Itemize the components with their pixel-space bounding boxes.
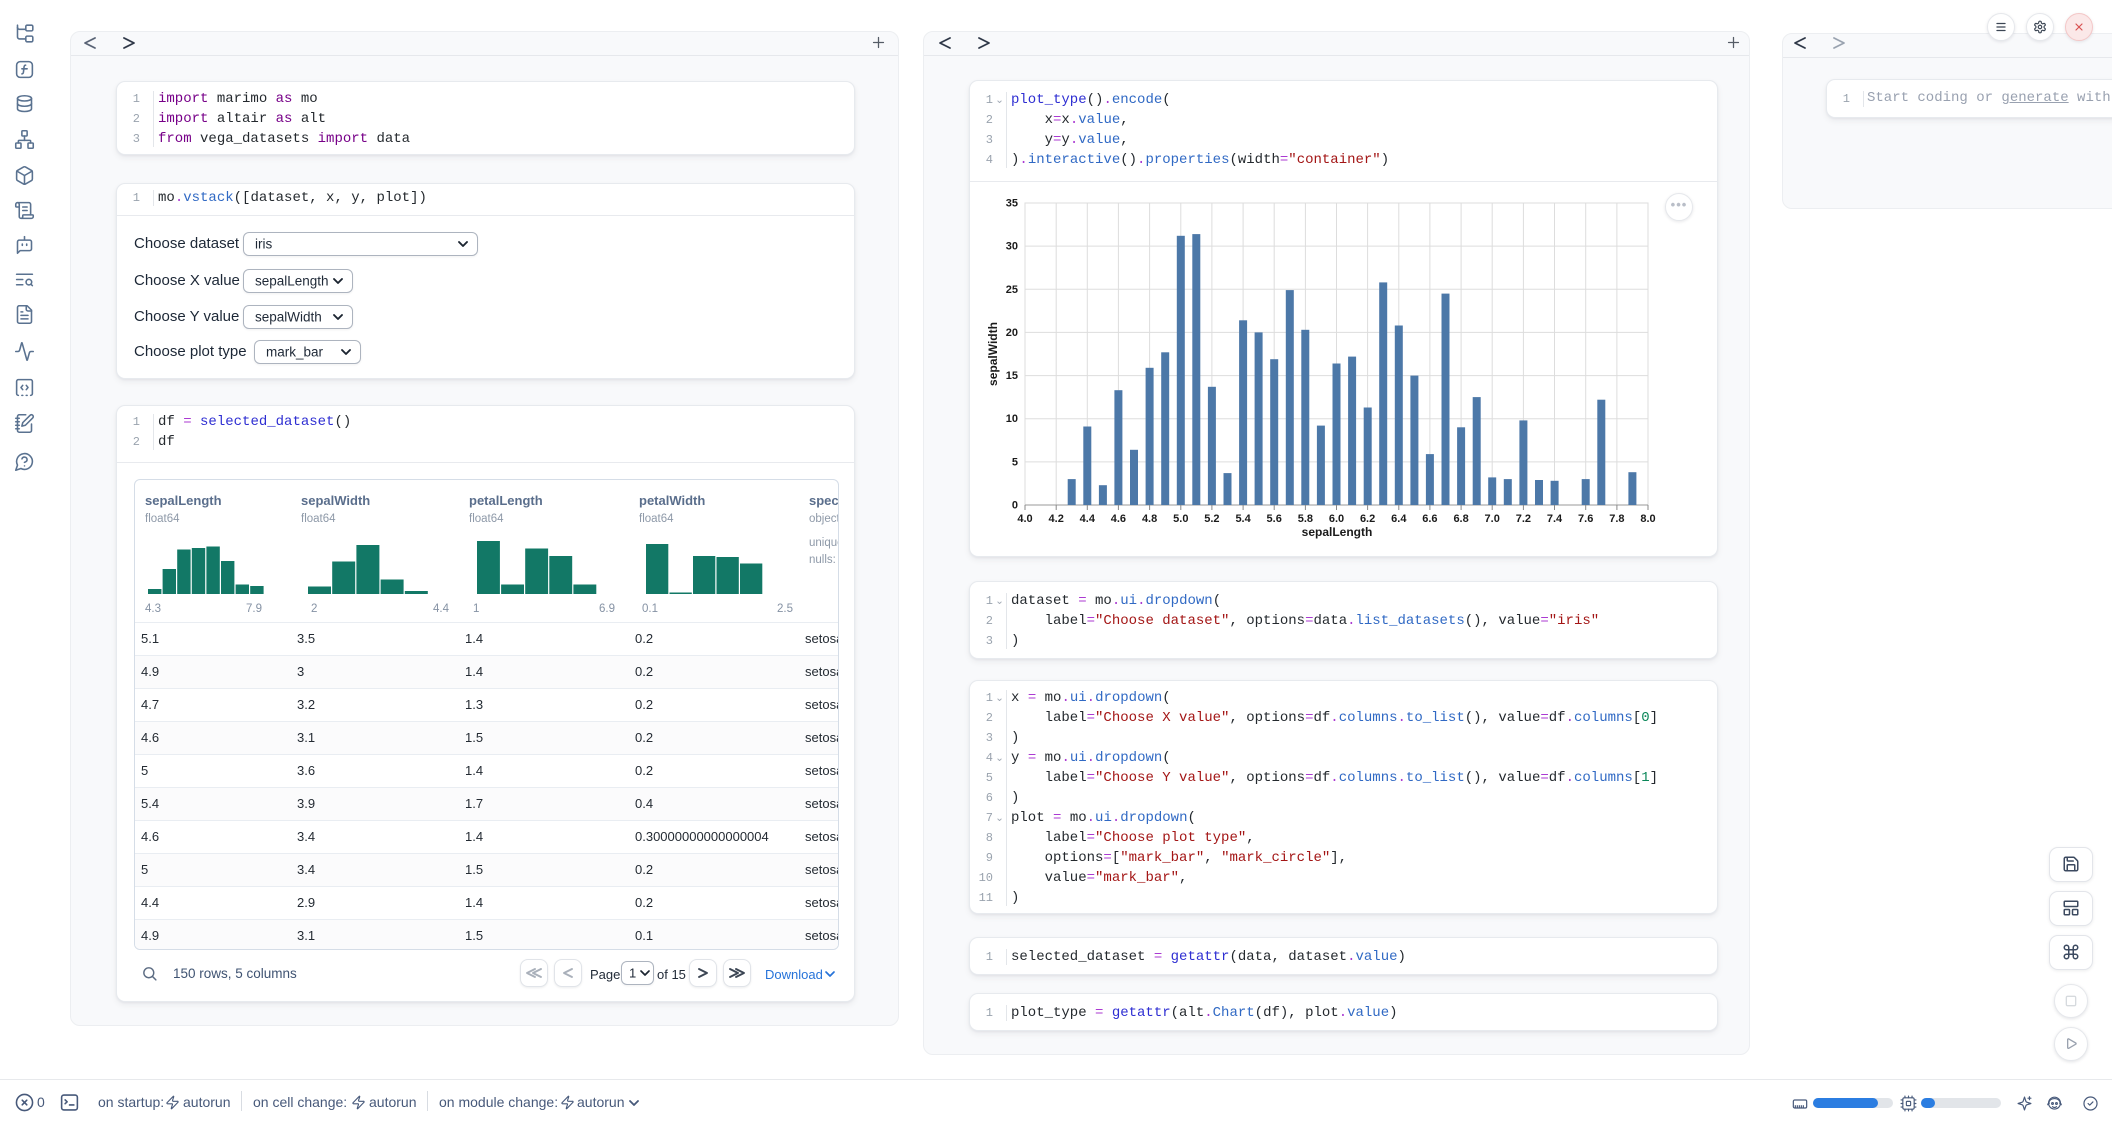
- svg-text:7.4: 7.4: [1547, 513, 1563, 525]
- svg-text:20: 20: [1006, 327, 1018, 339]
- svg-text:6.2: 6.2: [1360, 513, 1375, 525]
- svg-text:4.2: 4.2: [1049, 513, 1064, 525]
- svg-text:sepalLength: sepalLength: [1302, 525, 1373, 539]
- svg-text:4.0: 4.0: [1017, 513, 1032, 525]
- svg-text:4.8: 4.8: [1142, 513, 1157, 525]
- svg-text:0: 0: [1012, 500, 1018, 512]
- svg-text:7.2: 7.2: [1516, 513, 1531, 525]
- svg-text:35: 35: [1006, 198, 1018, 210]
- svg-text:5.6: 5.6: [1267, 513, 1282, 525]
- svg-text:5.4: 5.4: [1235, 513, 1251, 525]
- svg-text:7.0: 7.0: [1485, 513, 1500, 525]
- svg-text:25: 25: [1006, 284, 1018, 296]
- svg-text:8.0: 8.0: [1640, 513, 1655, 525]
- svg-text:15: 15: [1006, 370, 1018, 382]
- svg-text:4.4: 4.4: [1080, 513, 1096, 525]
- svg-text:5.0: 5.0: [1173, 513, 1188, 525]
- svg-text:6.8: 6.8: [1453, 513, 1468, 525]
- svg-text:5.2: 5.2: [1204, 513, 1219, 525]
- svg-text:5.8: 5.8: [1298, 513, 1313, 525]
- svg-text:6.6: 6.6: [1422, 513, 1437, 525]
- svg-text:6.0: 6.0: [1329, 513, 1344, 525]
- svg-text:30: 30: [1006, 241, 1018, 253]
- svg-text:sepalWidth: sepalWidth: [987, 322, 1000, 386]
- svg-text:5: 5: [1012, 456, 1018, 468]
- svg-text:4.6: 4.6: [1111, 513, 1126, 525]
- svg-text:7.8: 7.8: [1609, 513, 1624, 525]
- svg-text:7.6: 7.6: [1578, 513, 1593, 525]
- svg-text:10: 10: [1006, 413, 1018, 425]
- svg-text:6.4: 6.4: [1391, 513, 1407, 525]
